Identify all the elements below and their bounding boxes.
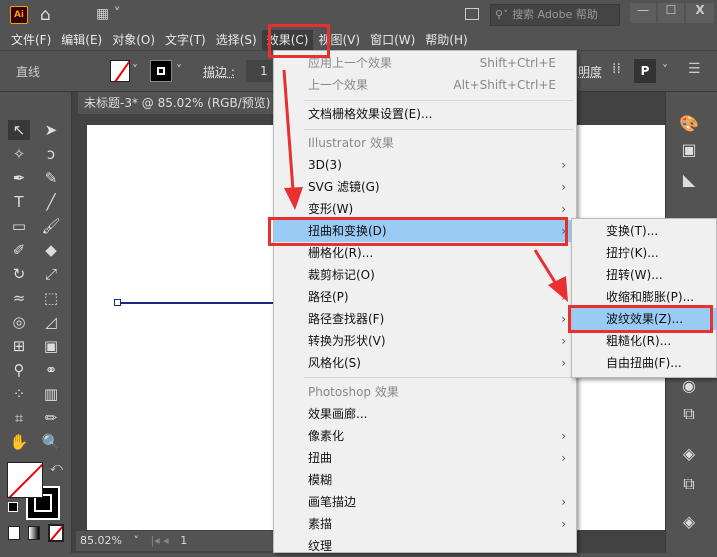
arrow-1 — [282, 69, 295, 191]
annotation-arrows — [282, 69, 568, 302]
arrow-2 — [533, 249, 560, 288]
arrow-1-head — [284, 187, 303, 210]
arrow-2-head — [548, 276, 568, 302]
